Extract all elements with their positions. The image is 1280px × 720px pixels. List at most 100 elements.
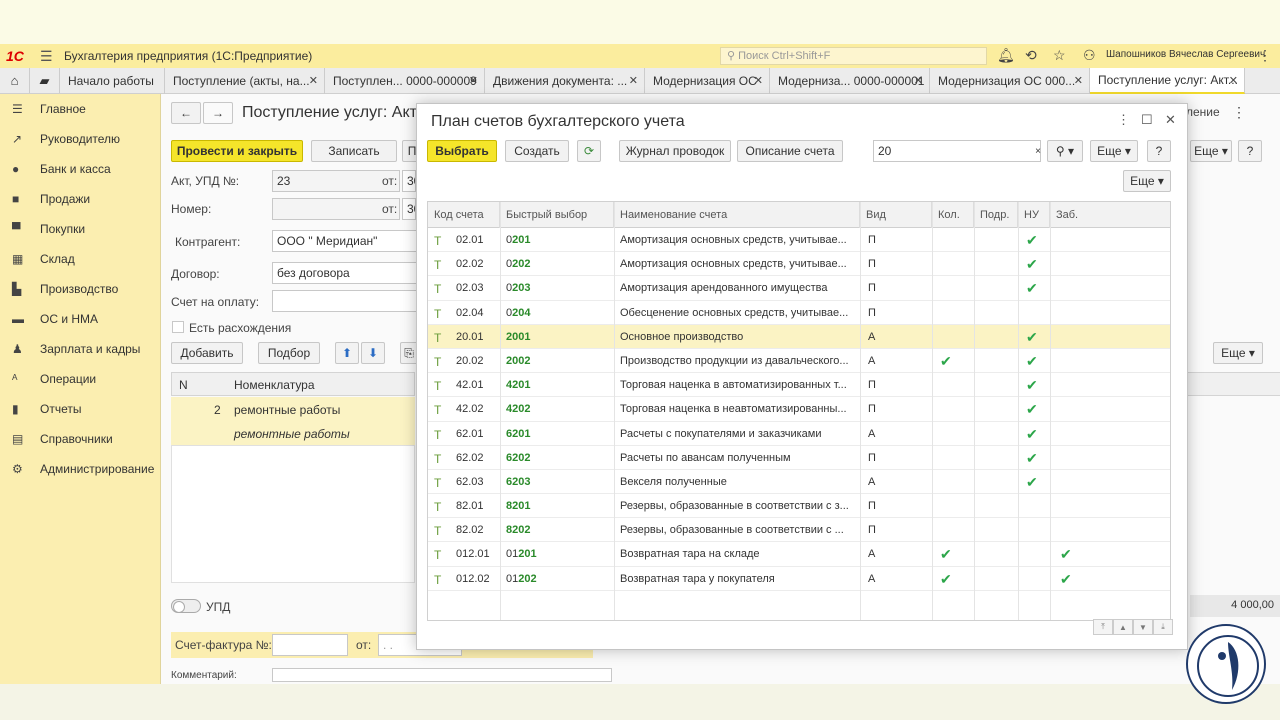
act-number-field[interactable]: 23	[272, 170, 400, 192]
sidebar-item-reports[interactable]: ▮ Отчеты	[0, 394, 160, 424]
table-row[interactable]: 2 ремонтные работы ремонтные работы	[171, 397, 415, 445]
doc-more-button[interactable]: Еще ▾	[1190, 140, 1232, 162]
tab-modernization-1[interactable]: Модерниза... 0000-000001 ✕	[770, 68, 930, 94]
contract-field[interactable]: без договора	[272, 262, 418, 284]
sidebar-item-main[interactable]: ☰ Главное	[0, 94, 160, 124]
tab-modernization[interactable]: Модернизация ОС ✕	[645, 68, 770, 94]
create-button[interactable]: Создать	[505, 140, 569, 162]
help-button[interactable]: ?	[1147, 140, 1171, 162]
star-icon[interactable]: ☆	[1053, 47, 1066, 64]
col-code[interactable]: Код счета	[428, 202, 500, 228]
col-kind[interactable]: Вид	[860, 202, 932, 228]
table-row[interactable]: T 62.01 6201 Расчеты с покупателями и заказ…	[428, 422, 1170, 446]
account-description-button[interactable]: Описание счета	[737, 140, 843, 162]
select-button[interactable]: Выбрать	[427, 140, 497, 162]
refresh-icon[interactable]: ⟳	[577, 140, 601, 162]
sidebar-item-bank[interactable]: ● Банк и касса	[0, 154, 160, 184]
move-down-icon[interactable]: ⬇	[361, 342, 385, 364]
col-qty[interactable]: Кол.	[932, 202, 974, 228]
sidebar-item-salary[interactable]: ♟ Зарплата и кадры	[0, 334, 160, 364]
search-button[interactable]: ⚲ ▾	[1047, 140, 1083, 162]
sidebar-item-warehouse[interactable]: ▦ Склад	[0, 244, 160, 274]
journal-button[interactable]: Журнал проводок	[619, 140, 731, 162]
close-icon[interactable]: ✕	[469, 74, 478, 87]
sidebar-item-operations[interactable]: ᴬ Операции	[0, 364, 160, 394]
main-menu-icon[interactable]: ☰	[40, 48, 60, 65]
tab-start[interactable]: Начало работы	[60, 68, 165, 94]
table-row[interactable]: T 012.02 01202 Возвратная тара у покупателя…	[428, 567, 1170, 591]
tab-services-receipt[interactable]: Поступление услуг: Акт... ✕	[1090, 68, 1245, 94]
table-row[interactable]: T 02.03 0203 Амортизация арендованного имущ…	[428, 276, 1170, 301]
table-row[interactable]: T 012.01 01201 Возвратная тара на складе А ✔ ✔	[428, 542, 1170, 567]
table-row[interactable]: T 82.02 8202 Резервы, образованные в соотве…	[428, 518, 1170, 543]
search-input[interactable]: 20	[873, 140, 1041, 162]
col-zab[interactable]: Заб.	[1050, 202, 1170, 228]
clear-search-icon[interactable]: ×	[1030, 140, 1046, 162]
back-button[interactable]: ←	[171, 102, 201, 124]
doc-help-button[interactable]: ?	[1238, 140, 1262, 162]
table-row[interactable]: T 62.03 6203 Векселя полученные А ✔	[428, 470, 1170, 495]
contractor-field[interactable]: ООО " Меридиан"	[272, 230, 418, 252]
number-field[interactable]	[272, 198, 400, 220]
global-search-input[interactable]: ⚲ Поиск Ctrl+Shift+F	[720, 47, 987, 65]
tab-modernization-2[interactable]: Модернизация ОС 000... ✕	[930, 68, 1090, 94]
scroll-down-icon[interactable]: ▼	[1133, 619, 1153, 635]
maximize-icon[interactable]: ☐	[1141, 112, 1153, 128]
close-icon[interactable]: ✕	[1074, 74, 1083, 87]
forward-button[interactable]: →	[203, 102, 233, 124]
close-icon[interactable]: ✕	[629, 74, 638, 87]
col-sub[interactable]: Подр.	[974, 202, 1018, 228]
sidebar-item-production[interactable]: ▙ Производство	[0, 274, 160, 304]
table-more-button[interactable]: Еще ▾	[1213, 342, 1263, 364]
date-field[interactable]: 30	[402, 170, 416, 192]
close-icon[interactable]: ✕	[1229, 74, 1238, 87]
table-row[interactable]: T 42.01 4201 Торговая наценка в автоматизир…	[428, 373, 1170, 398]
sf-number-field[interactable]	[272, 634, 348, 656]
sidebar-item-admin[interactable]: ⚙ Администрирование	[0, 454, 160, 484]
tab-movements[interactable]: Движения документа: ... ✕	[485, 68, 645, 94]
close-icon[interactable]: ✕	[914, 74, 923, 87]
tab-receipt-9[interactable]: Поступлен... 0000-000009 ✕	[325, 68, 485, 94]
scroll-top-icon[interactable]: ⤒	[1093, 619, 1113, 635]
sidebar-item-manager[interactable]: ↗ Руководителю	[0, 124, 160, 154]
add-button[interactable]: Добавить	[171, 342, 243, 364]
table-more-button[interactable]: Еще ▾	[1123, 170, 1171, 192]
scroll-bottom-icon[interactable]: ⤓	[1153, 619, 1173, 635]
discrepancy-checkbox[interactable]	[172, 321, 184, 333]
user-icon[interactable]: ⚇	[1083, 47, 1096, 64]
move-up-icon[interactable]: ⬆	[335, 342, 359, 364]
col-fast[interactable]: Быстрый выбор	[500, 202, 614, 228]
invoice-field[interactable]	[272, 290, 418, 312]
close-icon[interactable]: ✕	[309, 74, 318, 87]
close-icon[interactable]: ✕	[754, 74, 763, 87]
sidebar-item-purchases[interactable]: ▀ Покупки	[0, 214, 160, 244]
save-button[interactable]: Записать	[311, 140, 397, 162]
sidebar-item-sales[interactable]: ■ Продажи	[0, 184, 160, 214]
user-name[interactable]: Шапошников Вячеслав Сергеевич	[1106, 49, 1265, 60]
table-row[interactable]: T 02.01 0201 Амортизация основных средств, …	[428, 228, 1170, 253]
post-close-button[interactable]: Провести и закрыть	[171, 140, 303, 162]
sidebar-item-catalogs[interactable]: ▤ Справочники	[0, 424, 160, 454]
history-icon[interactable]: ⟲	[1025, 47, 1037, 64]
table-row[interactable]: T 20.02 2002 Производство продукции из дава…	[428, 349, 1170, 374]
bell-icon[interactable]: 🔔︎	[997, 47, 1015, 64]
table-row[interactable]: T 82.01 8201 Резервы, образованные в соотве…	[428, 494, 1170, 519]
tab-receipts[interactable]: Поступление (акты, на... ✕	[165, 68, 325, 94]
table-row[interactable]: T 02.02 0202 Амортизация основных средств, …	[428, 252, 1170, 277]
close-icon[interactable]: ✕	[1165, 112, 1176, 128]
table-row[interactable]: T 62.02 6202 Расчеты по авансам полученным П…	[428, 446, 1170, 470]
upd-toggle[interactable]	[171, 599, 201, 613]
col-name[interactable]: Наименование счета	[614, 202, 860, 228]
chat-icon[interactable]: ▰	[30, 68, 60, 93]
table-row[interactable]: T 42.02 4202 Торговая наценка в неавтоматиз…	[428, 397, 1170, 422]
date2-field[interactable]: 30	[402, 198, 416, 220]
table-row[interactable]: T 02.04 0204 Обесценение основных средств, …	[428, 301, 1170, 325]
pick-button[interactable]: Подбор	[258, 342, 320, 364]
table-row[interactable]: T 20.01 2001 Основное производство А ✔	[428, 324, 1170, 349]
home-icon[interactable]: ⌂	[0, 68, 30, 93]
col-nu[interactable]: НУ	[1018, 202, 1050, 228]
sidebar-item-assets[interactable]: ▬ ОС и НМА	[0, 304, 160, 334]
scroll-up-icon[interactable]: ▲	[1113, 619, 1133, 635]
dialog-menu-icon[interactable]: ⋮	[1117, 112, 1130, 128]
comment-field[interactable]	[272, 668, 612, 682]
